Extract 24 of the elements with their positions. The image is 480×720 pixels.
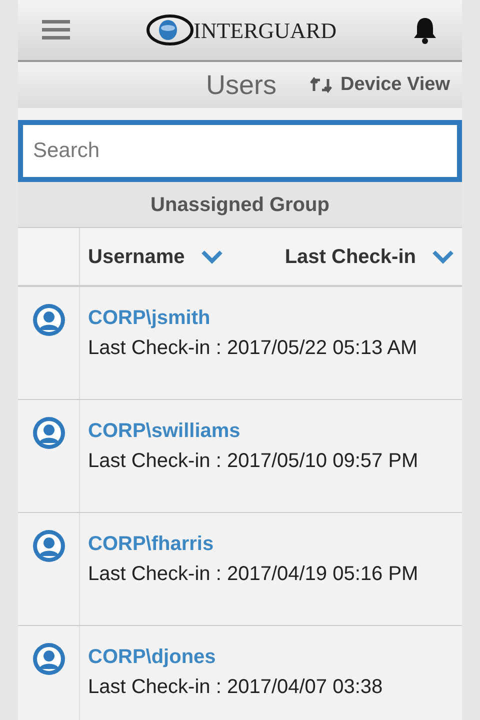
checkin-text: Last Check-in : 2017/04/19 05:16 PM [88, 562, 418, 587]
sort-header[interactable]: Username [88, 242, 223, 272]
sort-header[interactable]: Last Check-in [284, 242, 454, 272]
user-row[interactable]: CORP\fharris Last Check-in : 2017/04/19 05:16 PM [18, 513, 462, 626]
logo-icon [146, 13, 194, 47]
checkin-text: Last Check-in : 2017/05/22 05:13 AM [88, 336, 418, 361]
user-row[interactable]: CORP\jsmith Last Check-in : 2017/05/22 05:13 AM [18, 287, 462, 400]
group-title: Unassigned Group [150, 192, 330, 218]
checkin-text: Last Check-in : 2017/05/10 09:57 PM [88, 449, 418, 474]
menu-icon[interactable] [42, 19, 70, 41]
user-icon [32, 416, 66, 450]
swap-icon [310, 77, 332, 93]
chevron-down-icon [432, 250, 454, 264]
user-icon [32, 529, 66, 563]
device-view-link[interactable]: Device View [310, 70, 450, 100]
checkin-text: Last Check-in : 2017/04/07 03:38 [88, 675, 383, 700]
chevron-down-icon [200, 250, 223, 264]
page-title: Users [206, 68, 276, 102]
search-field[interactable]: Search [18, 120, 462, 182]
logo-text: INTERGUARD [194, 16, 336, 44]
bell-icon[interactable] [412, 16, 438, 44]
user-row[interactable]: CORP\swilliams Last Check-in : 2017/05/10 09:57 PM [18, 400, 462, 513]
user-icon [32, 642, 66, 676]
user-icon [32, 303, 66, 337]
